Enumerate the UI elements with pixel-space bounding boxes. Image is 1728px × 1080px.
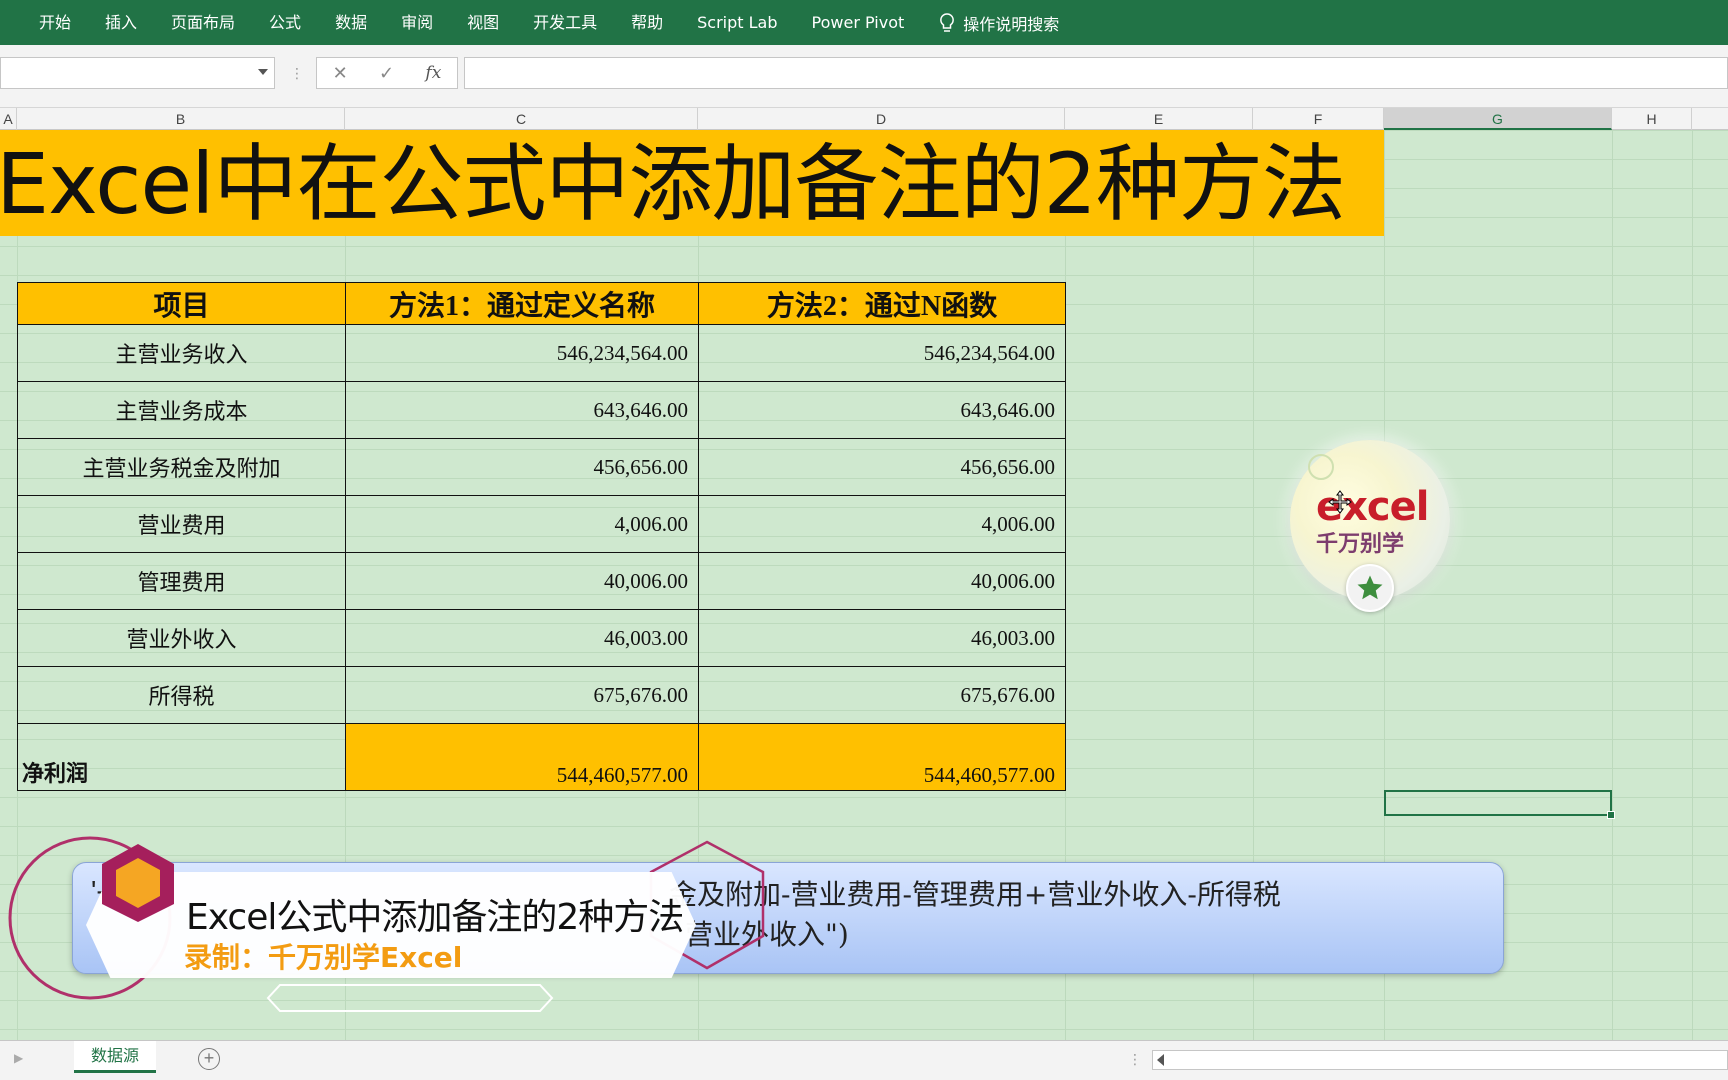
tab-power-pivot[interactable]: Power Pivot — [795, 0, 922, 45]
chevron-down-icon[interactable] — [258, 69, 268, 75]
scroll-left-icon[interactable] — [1157, 1054, 1164, 1066]
row-method2-value[interactable]: 643,646.00 — [698, 381, 1066, 439]
active-cell[interactable] — [1384, 790, 1615, 819]
formula-input[interactable] — [464, 57, 1728, 89]
caption-title: Excel公式中添加备注的2种方法 — [186, 897, 684, 938]
row-method2-value[interactable]: 4,006.00 — [698, 495, 1066, 553]
ribbon-tab-bar: 开始 插入 页面布局 公式 数据 审阅 视图 开发工具 帮助 Script La… — [0, 0, 1728, 45]
star-icon — [1346, 564, 1394, 612]
row-method2-value[interactable]: 40,006.00 — [698, 552, 1066, 610]
row-item[interactable]: 主营业务税金及附加 — [17, 438, 346, 496]
tell-me-search[interactable]: 操作说明搜索 — [921, 11, 1059, 35]
row-item[interactable]: 主营业务收入 — [17, 324, 346, 382]
col-header-d[interactable]: D — [698, 108, 1065, 130]
total-row: 净利润 544,460,577.00 544,460,577.00 — [17, 723, 1066, 791]
channel-logo-badge: excel 千万别学 — [1290, 440, 1450, 612]
grid-line — [1692, 130, 1693, 1040]
row-method2-value[interactable]: 456,656.00 — [698, 438, 1066, 496]
row-method1-value[interactable]: 46,003.00 — [345, 609, 699, 667]
table-row: 营业外收入 46,003.00 46,003.00 — [17, 609, 1066, 667]
formula-bar: ⋮ ✕ ✓ fx — [0, 45, 1728, 108]
badge-logo-subtext: 千万别学 — [1316, 532, 1405, 557]
tab-formulas[interactable]: 公式 — [252, 0, 318, 45]
header-item[interactable]: 项目 — [17, 282, 346, 325]
row-method2-value[interactable]: 675,676.00 — [698, 666, 1066, 724]
move-cursor-icon — [1328, 490, 1352, 514]
tab-help[interactable]: 帮助 — [614, 0, 680, 45]
lightbulb-icon — [940, 12, 955, 32]
row-method1-value[interactable]: 456,656.00 — [345, 438, 699, 496]
row-method1-value[interactable]: 675,676.00 — [345, 666, 699, 724]
row-item[interactable]: 主营业务成本 — [17, 381, 346, 439]
tab-view[interactable]: 视图 — [450, 0, 516, 45]
row-method1-value[interactable]: 643,646.00 — [345, 381, 699, 439]
col-header-b[interactable]: B — [17, 108, 345, 130]
splitter-dots-icon[interactable]: ⋮ — [1128, 1051, 1142, 1068]
table-row: 主营业务成本 643,646.00 643,646.00 — [17, 381, 1066, 439]
col-header-f[interactable]: F — [1253, 108, 1384, 130]
col-header-a[interactable]: A — [0, 108, 17, 130]
row-method1-value[interactable]: 40,006.00 — [345, 552, 699, 610]
grid-line — [1612, 130, 1613, 1040]
table-row: 主营业务税金及附加 456,656.00 456,656.00 — [17, 438, 1066, 496]
name-box[interactable] — [0, 57, 275, 89]
table-row: 所得税 675,676.00 675,676.00 — [17, 666, 1066, 724]
row-method2-value[interactable]: 46,003.00 — [698, 609, 1066, 667]
page-title: Excel中在公式中添加备注的2种方法 — [0, 135, 1346, 233]
tab-review[interactable]: 审阅 — [384, 0, 450, 45]
excel-window: 开始 插入 页面布局 公式 数据 审阅 视图 开发工具 帮助 Script La… — [0, 0, 1728, 1080]
row-item[interactable]: 所得税 — [17, 666, 346, 724]
decor-ring — [1308, 454, 1334, 480]
col-header-c[interactable]: C — [345, 108, 698, 130]
formula-buttons: ✕ ✓ fx — [316, 57, 458, 89]
tab-insert[interactable]: 插入 — [88, 0, 154, 45]
cancel-icon[interactable]: ✕ — [333, 63, 348, 84]
check-icon[interactable]: ✓ — [379, 63, 394, 84]
tab-developer[interactable]: 开发工具 — [516, 0, 614, 45]
column-headers: A B C D E F G H — [0, 108, 1728, 130]
row-item[interactable]: 营业费用 — [17, 495, 346, 553]
row-method1-value[interactable]: 4,006.00 — [345, 495, 699, 553]
total-label[interactable]: 净利润 — [17, 723, 346, 791]
caption-subtitle: 录制：千万别学Excel — [184, 941, 463, 974]
profit-table: 项目 方法1：通过定义名称 方法2：通过N函数 主营业务收入 546,234,5… — [17, 282, 1066, 791]
hexagon-icon — [102, 844, 174, 922]
insert-function-icon[interactable]: fx — [425, 63, 441, 83]
tab-script-lab[interactable]: Script Lab — [680, 0, 794, 45]
table-row: 主营业务收入 546,234,564.00 546,234,564.00 — [17, 324, 1066, 382]
table-row: 管理费用 40,006.00 40,006.00 — [17, 552, 1066, 610]
table-row: 营业费用 4,006.00 4,006.00 — [17, 495, 1066, 553]
total-method2-value[interactable]: 544,460,577.00 — [698, 723, 1066, 791]
title-banner[interactable]: Excel中在公式中添加备注的2种方法 — [0, 130, 1384, 236]
col-header-g[interactable]: G — [1384, 108, 1612, 130]
row-method1-value[interactable]: 546,234,564.00 — [345, 324, 699, 382]
sheet-tab-bar: ▶ 数据源 + ⋮ — [0, 1040, 1728, 1080]
sheet-tab-data-source[interactable]: 数据源 — [74, 1041, 156, 1073]
row-method2-value[interactable]: 546,234,564.00 — [698, 324, 1066, 382]
horizontal-scrollbar[interactable] — [1152, 1050, 1728, 1070]
row-item[interactable]: 营业外收入 — [17, 609, 346, 667]
col-header-e[interactable]: E — [1065, 108, 1253, 130]
splitter-dots-icon[interactable]: ⋮ — [290, 65, 304, 82]
col-header-h[interactable]: H — [1612, 108, 1692, 130]
add-sheet-icon[interactable]: + — [198, 1048, 220, 1070]
tab-data[interactable]: 数据 — [318, 0, 384, 45]
header-method1[interactable]: 方法1：通过定义名称 — [345, 282, 699, 325]
row-item[interactable]: 管理费用 — [17, 552, 346, 610]
tell-me-label: 操作说明搜索 — [963, 14, 1060, 34]
tab-page-layout[interactable]: 页面布局 — [154, 0, 252, 45]
table-header-row: 项目 方法1：通过定义名称 方法2：通过N函数 — [17, 282, 1066, 325]
tab-home[interactable]: 开始 — [22, 0, 88, 45]
scroll-tabs-left-icon[interactable]: ▶ — [14, 1051, 23, 1065]
total-method1-value[interactable]: 544,460,577.00 — [345, 723, 699, 791]
header-method2[interactable]: 方法2：通过N函数 — [698, 282, 1066, 325]
